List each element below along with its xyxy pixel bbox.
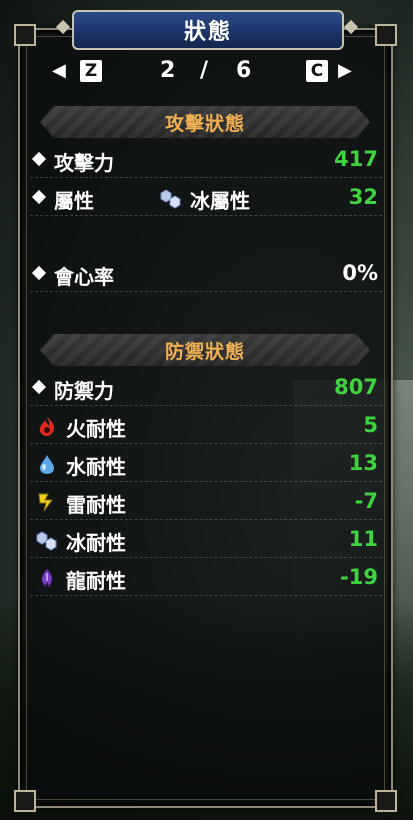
stat-label: 冰耐性 bbox=[66, 531, 126, 555]
prev-arrow-icon[interactable]: ◀ bbox=[52, 60, 66, 81]
stat-label: 防禦力 bbox=[54, 379, 114, 403]
next-arrow-icon[interactable]: ▶ bbox=[338, 60, 352, 81]
stat-value: 417 bbox=[334, 147, 378, 171]
defense-section-title: 防禦狀態 bbox=[164, 340, 245, 363]
next-page-key[interactable]: C bbox=[306, 60, 328, 82]
stat-row-dragon-res: 龍耐性 -19 bbox=[30, 561, 382, 596]
prev-page-key[interactable]: Z bbox=[80, 60, 102, 82]
page-separator: / bbox=[200, 58, 209, 83]
stat-label: 屬性 bbox=[54, 189, 94, 213]
bullet-icon bbox=[31, 189, 47, 205]
element-type-label: 冰屬性 bbox=[190, 189, 250, 213]
defense-section-header: 防禦狀態 bbox=[40, 334, 370, 366]
attack-section-header: 攻擊狀態 bbox=[40, 106, 370, 138]
bullet-icon bbox=[31, 265, 47, 281]
stat-row-element: 屬性 冰屬性 32 bbox=[30, 181, 382, 216]
stat-value: 11 bbox=[348, 527, 378, 551]
stat-row-attack: 攻擊力 417 bbox=[30, 143, 382, 178]
stat-value: 13 bbox=[348, 451, 378, 475]
stat-row-water-res: 水耐性 13 bbox=[30, 447, 382, 482]
thunder-icon bbox=[38, 493, 53, 512]
bullet-icon bbox=[31, 379, 47, 395]
fire-icon bbox=[39, 417, 55, 436]
stat-value: 32 bbox=[348, 185, 378, 209]
stat-row-affinity: 會心率 0% bbox=[30, 257, 382, 292]
stat-value: 5 bbox=[363, 413, 378, 437]
stat-row-defense: 防禦力 807 bbox=[30, 371, 382, 406]
stat-label: 火耐性 bbox=[66, 417, 126, 441]
page-title: 狀態 bbox=[72, 10, 344, 50]
page-navigator: ◀ Z 2 / 6 C ▶ bbox=[0, 58, 413, 86]
current-page: 2 bbox=[160, 58, 176, 83]
ice-icon bbox=[36, 531, 57, 551]
corner-ornament bbox=[375, 790, 397, 812]
stat-label: 龍耐性 bbox=[66, 569, 126, 593]
stat-value: 807 bbox=[334, 375, 378, 399]
corner-ornament bbox=[375, 24, 397, 46]
stat-label: 雷耐性 bbox=[66, 493, 126, 517]
stat-row-ice-res: 冰耐性 11 bbox=[30, 523, 382, 558]
corner-ornament bbox=[14, 790, 36, 812]
stat-row-thunder-res: 雷耐性 -7 bbox=[30, 485, 382, 520]
stat-label: 攻擊力 bbox=[54, 151, 114, 175]
dragon-icon bbox=[41, 568, 53, 589]
stat-value: 0% bbox=[342, 261, 378, 285]
corner-ornament bbox=[14, 24, 36, 46]
page-title-text: 狀態 bbox=[183, 20, 232, 45]
ice-icon bbox=[160, 189, 181, 209]
stat-value: -7 bbox=[354, 489, 378, 513]
water-icon bbox=[40, 455, 54, 474]
stat-row-fire-res: 火耐性 5 bbox=[30, 409, 382, 444]
stat-label: 水耐性 bbox=[66, 455, 126, 479]
total-pages: 6 bbox=[236, 58, 252, 83]
bullet-icon bbox=[31, 151, 47, 167]
stat-value: -19 bbox=[340, 565, 378, 589]
stat-label: 會心率 bbox=[54, 265, 114, 289]
attack-section-title: 攻擊狀態 bbox=[164, 112, 245, 135]
